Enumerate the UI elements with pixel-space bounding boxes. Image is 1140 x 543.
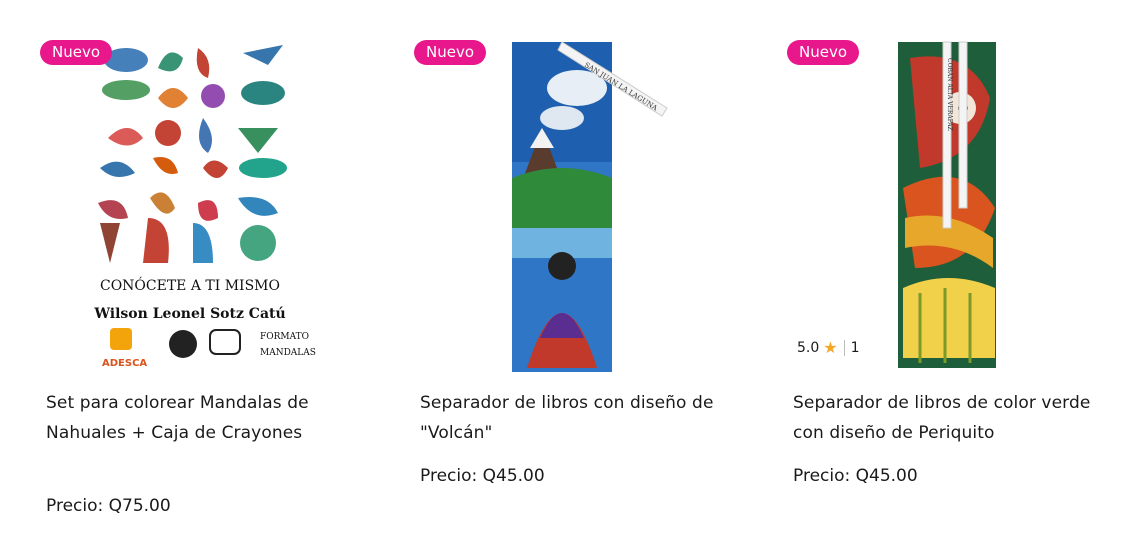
rating-divider bbox=[843, 340, 845, 356]
new-badge: Nuevo bbox=[787, 40, 860, 65]
rating-count: 1 bbox=[850, 340, 860, 356]
product-title[interactable]: Separador de libros de color verde con d… bbox=[793, 388, 1093, 448]
cover-author: Wilson Leonel Sotz Catú bbox=[93, 306, 285, 322]
product-card-mandalas[interactable]: CONÓCETE A TI MISMO Wilson Leonel Sotz C… bbox=[38, 38, 368, 516]
product-card-periquito[interactable]: COBÁN ALTA VERAPAZ Nuevo 5.0 ★ 1 Separad… bbox=[785, 38, 1115, 486]
cover-format-line1: FORMATO bbox=[260, 332, 309, 342]
new-badge: Nuevo bbox=[40, 40, 113, 65]
product-price: Precio: Q45.00 bbox=[793, 466, 918, 486]
rating-score: 5.0 bbox=[797, 340, 820, 356]
product-price: Precio: Q75.00 bbox=[46, 496, 171, 516]
star-icon: ★ bbox=[823, 338, 838, 357]
product-price: Precio: Q45.00 bbox=[420, 466, 545, 486]
product-image-volcan[interactable]: SAN JUAN LA LAGUNA Nuevo bbox=[412, 38, 742, 372]
cover-title: CONÓCETE A TI MISMO bbox=[100, 276, 280, 294]
product-image-mandalas[interactable]: CONÓCETE A TI MISMO Wilson Leonel Sotz C… bbox=[38, 38, 368, 372]
product-card-volcan[interactable]: SAN JUAN LA LAGUNA Nuevo Separador de li… bbox=[412, 38, 742, 486]
ribbon-text: COBÁN ALTA VERAPAZ bbox=[946, 58, 953, 131]
rating-summary: 5.0 ★ 1 bbox=[797, 338, 860, 358]
product-image-periquito[interactable]: COBÁN ALTA VERAPAZ Nuevo 5.0 ★ 1 bbox=[785, 38, 1115, 372]
product-grid: CONÓCETE A TI MISMO Wilson Leonel Sotz C… bbox=[0, 0, 1140, 543]
cover-logo-adesca: ADESCA bbox=[102, 358, 147, 369]
new-badge: Nuevo bbox=[414, 40, 487, 65]
product-title[interactable]: Separador de libros con diseño de "Volcá… bbox=[420, 388, 720, 448]
product-title[interactable]: Set para colorear Mandalas de Nahuales +… bbox=[46, 388, 346, 448]
cover-format-line2: MANDALAS bbox=[260, 348, 316, 358]
